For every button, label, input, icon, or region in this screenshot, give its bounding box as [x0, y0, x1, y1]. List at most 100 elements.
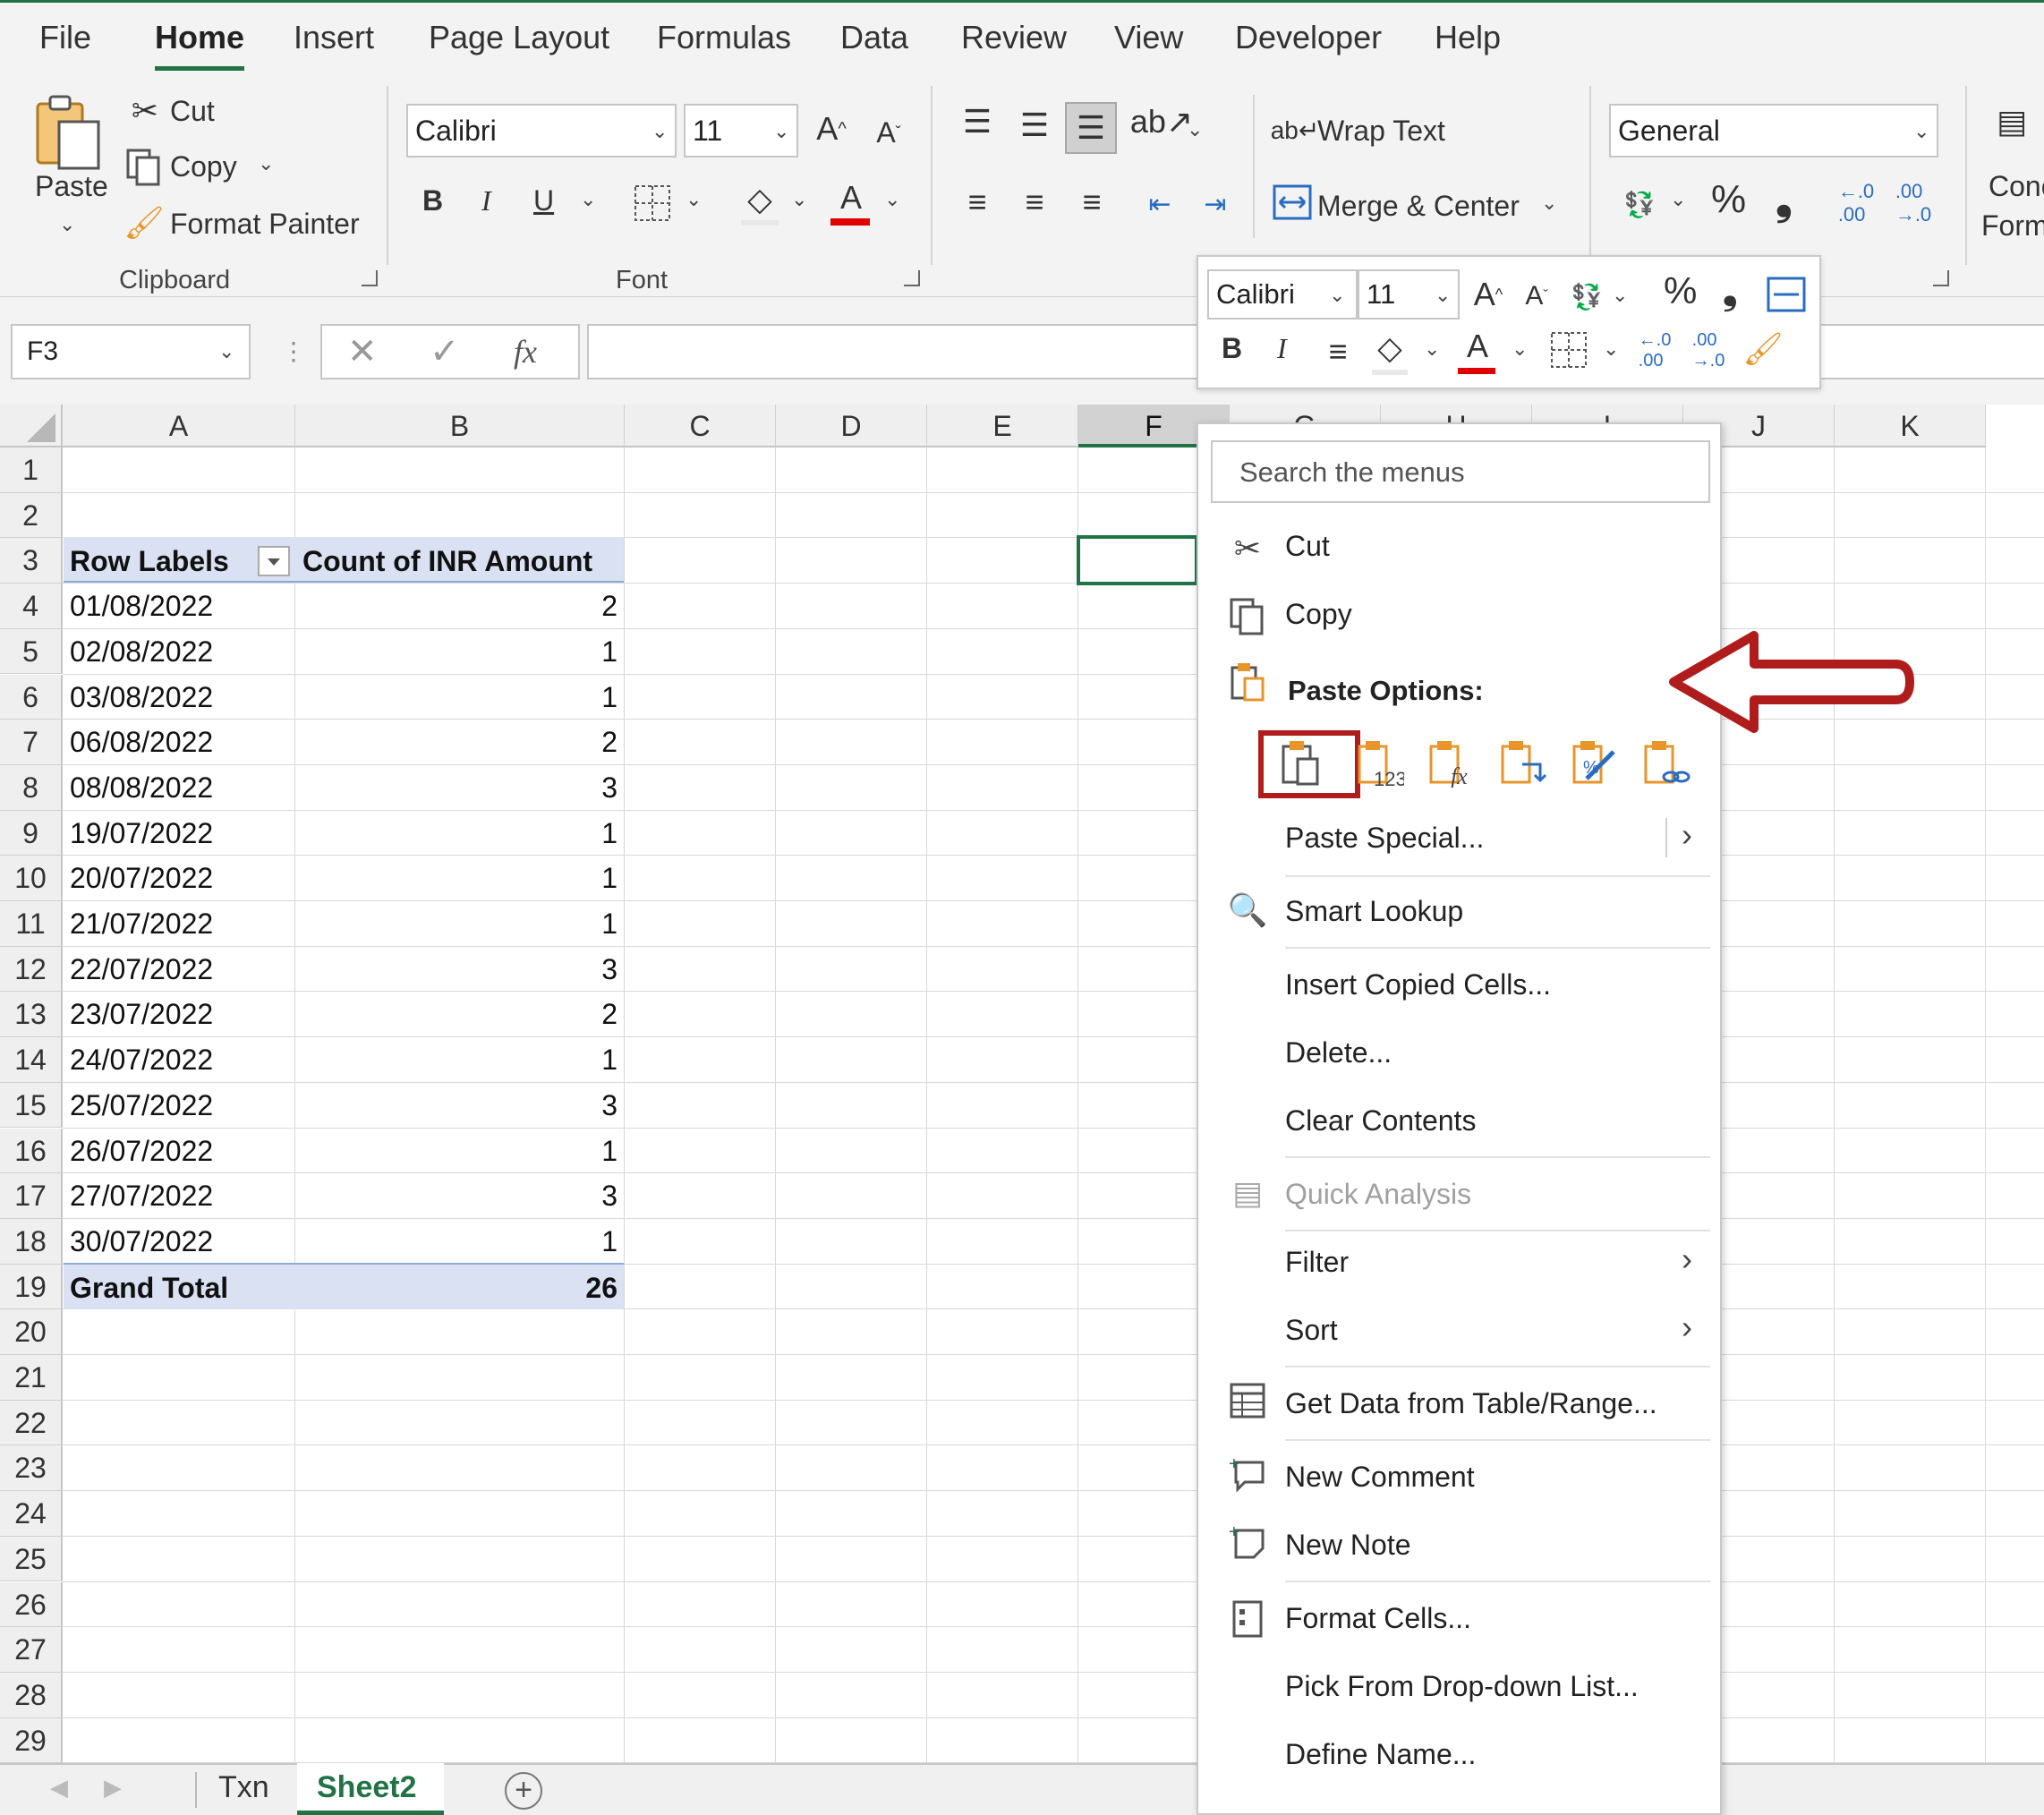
underline-button[interactable]: U	[533, 184, 554, 217]
row-header-6[interactable]: 6	[0, 675, 63, 720]
row-header-23[interactable]: 23	[0, 1445, 63, 1491]
paste-formulas-icon[interactable]: fx	[1422, 734, 1479, 791]
font-name-combo[interactable]: Calibri	[406, 104, 677, 158]
decrease-decimal-icon[interactable]: .00→.0	[1890, 181, 1937, 226]
pivot-row-label[interactable]: 06/08/2022	[70, 720, 213, 764]
pivot-row-value[interactable]: 3	[447, 1083, 617, 1128]
row-header-9[interactable]: 9	[0, 811, 63, 856]
row-header-17[interactable]: 17	[0, 1173, 63, 1219]
align-center-icon[interactable]: ≡	[1316, 330, 1359, 373]
percent-style-button[interactable]: %	[1711, 177, 1746, 222]
decrease-decimal-icon[interactable]: .00→.0	[1685, 328, 1732, 373]
paste-icon[interactable]	[32, 91, 104, 172]
tab-data[interactable]: Data	[840, 19, 908, 56]
row-header-27[interactable]: 27	[0, 1627, 63, 1673]
menu-cut[interactable]: Cut	[1285, 530, 1330, 563]
borders-icon[interactable]	[632, 183, 673, 224]
tab-developer[interactable]: Developer	[1235, 19, 1382, 56]
decrease-indent-icon[interactable]: ⇤	[1138, 183, 1181, 226]
search-menus-input[interactable]: Search the menus	[1211, 440, 1710, 503]
row-header-25[interactable]: 25	[0, 1537, 63, 1582]
row-header-12[interactable]: 12	[0, 947, 63, 993]
insert-function-icon[interactable]: fx	[514, 333, 537, 371]
chevron-down-icon[interactable]: ⌄	[1612, 284, 1628, 307]
paste-transpose-icon[interactable]	[1494, 734, 1551, 791]
column-header-b[interactable]: B	[295, 405, 625, 447]
font-color-icon[interactable]: A	[830, 175, 872, 220]
menu-delete[interactable]: Delete...	[1285, 1036, 1392, 1069]
chevron-right-icon[interactable]: ›	[1682, 1308, 1692, 1346]
menu-new-note[interactable]: New Note	[1285, 1529, 1411, 1562]
dialog-launcher-icon[interactable]	[362, 270, 378, 286]
row-header-10[interactable]: 10	[0, 856, 63, 901]
enter-icon[interactable]: ✓	[430, 331, 460, 372]
chevron-down-icon[interactable]: ⌄	[686, 188, 702, 211]
chevron-down-icon[interactable]: ⌄	[1435, 284, 1451, 307]
chevron-down-icon[interactable]: ⌄	[1512, 337, 1528, 361]
format-painter-icon[interactable]: 🖌	[1741, 327, 1785, 371]
row-header-29[interactable]: 29	[0, 1718, 63, 1763]
pivot-row-value[interactable]: 1	[447, 675, 617, 720]
row-header-5[interactable]: 5	[0, 629, 63, 675]
menu-filter[interactable]: Filter	[1285, 1246, 1349, 1279]
menu-clear-contents[interactable]: Clear Contents	[1285, 1104, 1476, 1138]
chevron-down-icon[interactable]: ⌄	[580, 188, 596, 211]
pivot-row-label[interactable]: 03/08/2022	[70, 675, 213, 720]
menu-insert-copied-cells[interactable]: Insert Copied Cells...	[1285, 968, 1551, 1001]
row-header-21[interactable]: 21	[0, 1355, 63, 1401]
align-center-icon[interactable]: ≡	[1013, 181, 1056, 224]
menu-sort[interactable]: Sort	[1285, 1314, 1338, 1347]
scissors-icon[interactable]: ✂	[125, 91, 165, 131]
pivot-row-value[interactable]: 3	[447, 947, 617, 992]
align-middle-icon[interactable]: ☰	[1013, 104, 1056, 147]
pivot-row-label[interactable]: 01/08/2022	[70, 584, 213, 628]
format-painter-icon[interactable]: 🖌	[123, 202, 165, 243]
increase-decimal-icon[interactable]: ←.0.00	[1631, 328, 1678, 373]
increase-font-icon[interactable]: A^	[1467, 271, 1510, 318]
accounting-format-icon[interactable]: 💱	[1565, 275, 1608, 318]
pivot-row-label[interactable]: 30/07/2022	[70, 1219, 213, 1264]
row-header-26[interactable]: 26	[0, 1582, 63, 1628]
row-header-14[interactable]: 14	[0, 1037, 63, 1083]
pivot-row-value[interactable]: 1	[447, 1219, 617, 1264]
row-header-8[interactable]: 8	[0, 765, 63, 811]
chevron-down-icon[interactable]: ⌄	[258, 152, 274, 175]
chevron-right-icon[interactable]: ›	[1682, 816, 1692, 854]
row-header-15[interactable]: 15	[0, 1083, 63, 1129]
align-top-icon[interactable]: ☰	[956, 100, 999, 143]
pivot-row-label[interactable]: 25/07/2022	[70, 1083, 213, 1128]
wrap-text-button[interactable]: Wrap Text	[1317, 115, 1445, 148]
chevron-down-icon[interactable]: ⌄	[59, 213, 75, 236]
font-color-icon[interactable]: A	[1458, 325, 1497, 368]
pivot-row-label[interactable]: 23/07/2022	[70, 992, 213, 1036]
menu-define-name[interactable]: Define Name...	[1285, 1738, 1476, 1771]
tab-view[interactable]: View	[1114, 19, 1183, 56]
conditional-formatting-label-2[interactable]: Form	[1981, 209, 2044, 243]
pivot-row-label[interactable]: 26/07/2022	[70, 1129, 213, 1173]
mini-bold-button[interactable]: B	[1222, 332, 1242, 365]
row-header-16[interactable]: 16	[0, 1129, 63, 1174]
tab-formulas[interactable]: Formulas	[657, 19, 791, 56]
pivot-row-value[interactable]: 2	[447, 992, 617, 1036]
pivot-row-label[interactable]: 22/07/2022	[70, 947, 213, 992]
row-header-18[interactable]: 18	[0, 1219, 63, 1265]
italic-button[interactable]: I	[481, 184, 491, 217]
chevron-down-icon[interactable]: ⌄	[1329, 284, 1345, 307]
tab-review[interactable]: Review	[961, 19, 1067, 56]
paste-button[interactable]: Paste	[35, 170, 108, 203]
align-left-icon[interactable]: ≡	[956, 181, 999, 224]
row-header-28[interactable]: 28	[0, 1673, 63, 1718]
scroll-right-icon[interactable]: ▶	[104, 1774, 122, 1802]
paste-formatting-icon[interactable]: %	[1565, 734, 1622, 791]
pivot-row-value[interactable]: 3	[447, 765, 617, 810]
chevron-down-icon[interactable]: ⌄	[1187, 118, 1203, 141]
pivot-row-label[interactable]: 21/07/2022	[70, 901, 213, 946]
active-cell-f3[interactable]	[1077, 535, 1198, 585]
row-header-3[interactable]: 3	[0, 538, 63, 584]
pivot-row-value[interactable]: 1	[447, 629, 617, 674]
decrease-font-icon[interactable]: Aˇ	[1517, 273, 1556, 320]
tab-file[interactable]: File	[39, 19, 91, 56]
mini-italic-button[interactable]: I	[1277, 332, 1287, 365]
pivot-row-labels-header[interactable]: Row Labels	[70, 539, 229, 584]
align-bottom-icon[interactable]: ☰	[1065, 102, 1117, 154]
